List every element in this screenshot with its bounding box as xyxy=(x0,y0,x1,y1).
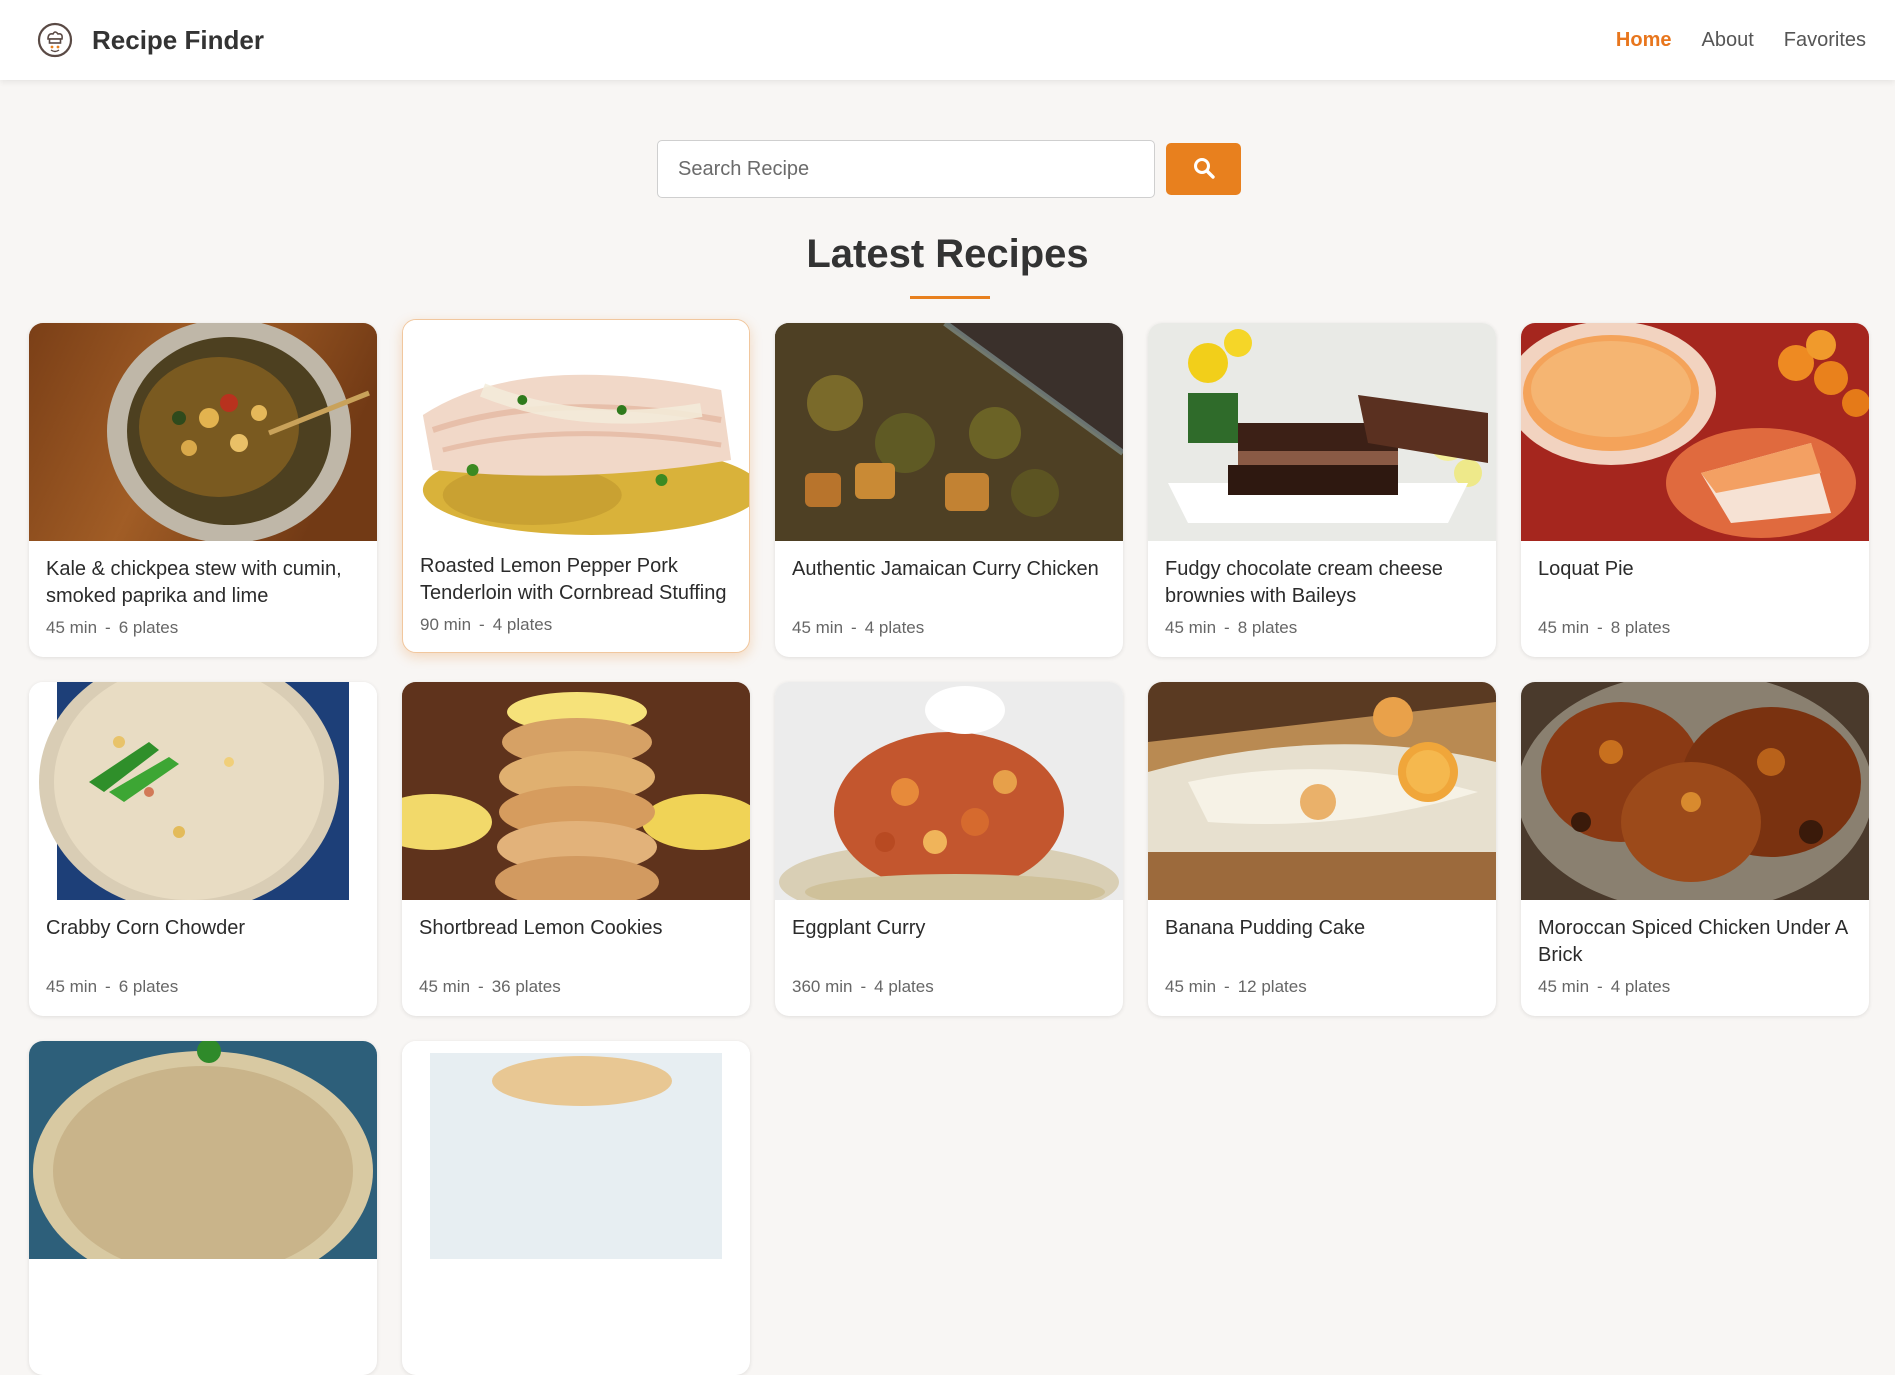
recipe-card[interactable] xyxy=(402,1041,750,1375)
recipe-time: 360 min xyxy=(792,977,853,996)
meta-separator: - xyxy=(105,977,111,996)
recipe-meta: 45 min - 6 plates xyxy=(46,618,360,638)
recipe-servings: 4 plates xyxy=(492,615,553,634)
recipe-title: Banana Pudding Cake xyxy=(1165,917,1366,939)
nav-links: Home About Favorites xyxy=(1616,29,1866,52)
nav-home-link[interactable]: Home xyxy=(1616,29,1672,52)
recipe-time: 90 min xyxy=(420,615,472,634)
recipe-title xyxy=(419,1274,733,1330)
recipe-title: Moroccan Spiced Chicken Under A Brick xyxy=(1538,917,1848,966)
recipe-meta: 45 min - 6 plates xyxy=(46,977,360,997)
meta-separator: - xyxy=(105,618,111,637)
recipe-image xyxy=(29,1041,377,1259)
meta-separator: - xyxy=(478,977,484,996)
recipe-time: 45 min xyxy=(46,618,98,637)
chef-hat-icon xyxy=(36,21,74,59)
search-bar xyxy=(657,140,1241,198)
recipe-title: Authentic Jamaican Curry Chicken xyxy=(792,558,1099,580)
recipe-image xyxy=(403,320,749,538)
recipe-title: Shortbread Lemon Cookies xyxy=(419,917,663,939)
recipe-meta: 45 min - 12 plates xyxy=(1165,977,1479,997)
nav-about-link[interactable]: About xyxy=(1701,29,1753,52)
recipe-image xyxy=(402,1041,750,1259)
recipe-time: 45 min xyxy=(792,618,844,637)
recipe-card[interactable]: Loquat Pie 45 min - 8 plates xyxy=(1521,323,1869,657)
recipe-card[interactable]: Shortbread Lemon Cookies 45 min - 36 pla… xyxy=(402,682,750,1016)
recipe-meta: 45 min - 8 plates xyxy=(1165,618,1479,638)
recipe-image xyxy=(1148,323,1496,541)
section-title: Latest Recipes xyxy=(806,232,1089,276)
recipe-time: 45 min xyxy=(46,977,98,996)
meta-separator: - xyxy=(860,977,867,996)
title-underline xyxy=(910,296,990,299)
recipe-time: 45 min xyxy=(1538,977,1590,996)
recipe-card[interactable]: Moroccan Spiced Chicken Under A Brick 45… xyxy=(1521,682,1869,1016)
recipe-title: Eggplant Curry xyxy=(792,917,926,939)
recipe-title: Fudgy chocolate cream cheese brownies wi… xyxy=(1165,558,1443,607)
meta-separator: - xyxy=(479,615,485,634)
recipe-servings: 4 plates xyxy=(874,977,934,996)
recipe-servings: 12 plates xyxy=(1237,977,1307,996)
recipe-servings: 4 plates xyxy=(864,618,925,637)
recipe-image xyxy=(1148,682,1496,900)
recipe-title: Roasted Lemon Pepper Pork Tenderloin wit… xyxy=(420,555,727,604)
recipe-image xyxy=(29,323,377,541)
recipe-servings: 4 plates xyxy=(1610,977,1671,996)
meta-separator: - xyxy=(1224,618,1230,637)
recipe-card[interactable]: Eggplant Curry 360 min - 4 plates xyxy=(775,682,1123,1016)
recipe-image xyxy=(1521,323,1869,541)
recipe-card[interactable] xyxy=(29,1041,377,1375)
recipe-card[interactable]: Authentic Jamaican Curry Chicken 45 min … xyxy=(775,323,1123,657)
recipe-meta: 45 min - 4 plates xyxy=(792,618,1106,638)
search-button[interactable] xyxy=(1166,143,1241,195)
recipe-grid: Kale & chickpea stew with cumin, smoked … xyxy=(29,319,1869,1375)
recipe-image xyxy=(775,682,1123,900)
recipe-time: 45 min xyxy=(1165,618,1217,637)
recipe-servings: 6 plates xyxy=(118,618,179,637)
recipe-title xyxy=(46,1274,360,1330)
recipe-title: Kale & chickpea stew with cumin, smoked … xyxy=(46,558,342,607)
recipe-card[interactable]: Banana Pudding Cake 45 min - 12 plates xyxy=(1148,682,1496,1016)
recipe-image xyxy=(1521,682,1869,900)
recipe-time: 45 min xyxy=(1165,977,1217,996)
recipe-image xyxy=(29,682,377,900)
recipe-card[interactable]: Fudgy chocolate cream cheese brownies wi… xyxy=(1148,323,1496,657)
recipe-title: Loquat Pie xyxy=(1538,558,1634,580)
recipe-servings: 8 plates xyxy=(1610,618,1671,637)
recipe-meta: 45 min - 8 plates xyxy=(1538,618,1852,638)
recipe-time: 45 min xyxy=(1538,618,1590,637)
recipe-card[interactable]: Crabby Corn Chowder 45 min - 6 plates xyxy=(29,682,377,1016)
meta-separator: - xyxy=(1597,618,1603,637)
recipe-meta: 45 min - 4 plates xyxy=(1538,977,1852,997)
recipe-image xyxy=(775,323,1123,541)
recipe-image xyxy=(402,682,750,900)
search-icon xyxy=(1192,156,1216,183)
recipe-servings: 8 plates xyxy=(1237,618,1298,637)
recipe-time: 45 min xyxy=(419,977,471,996)
recipe-meta: 45 min - 36 plates xyxy=(419,977,733,997)
nav-favorites-link[interactable]: Favorites xyxy=(1784,29,1866,52)
recipe-servings: 6 plates xyxy=(118,977,179,996)
recipe-meta: 90 min - 4 plates xyxy=(420,615,732,635)
meta-separator: - xyxy=(851,618,857,637)
recipe-servings: 36 plates xyxy=(491,977,561,996)
meta-separator: - xyxy=(1224,977,1230,996)
recipe-meta: 360 min - 4 plates xyxy=(792,977,1106,997)
top-navbar: Recipe Finder Home About Favorites xyxy=(0,0,1895,80)
brand[interactable]: Recipe Finder xyxy=(36,21,264,59)
app-title: Recipe Finder xyxy=(92,24,264,55)
search-input[interactable] xyxy=(657,140,1155,198)
recipe-card[interactable]: Roasted Lemon Pepper Pork Tenderloin wit… xyxy=(402,319,750,653)
recipe-title: Crabby Corn Chowder xyxy=(46,917,245,939)
recipe-card[interactable]: Kale & chickpea stew with cumin, smoked … xyxy=(29,323,377,657)
meta-separator: - xyxy=(1597,977,1603,996)
